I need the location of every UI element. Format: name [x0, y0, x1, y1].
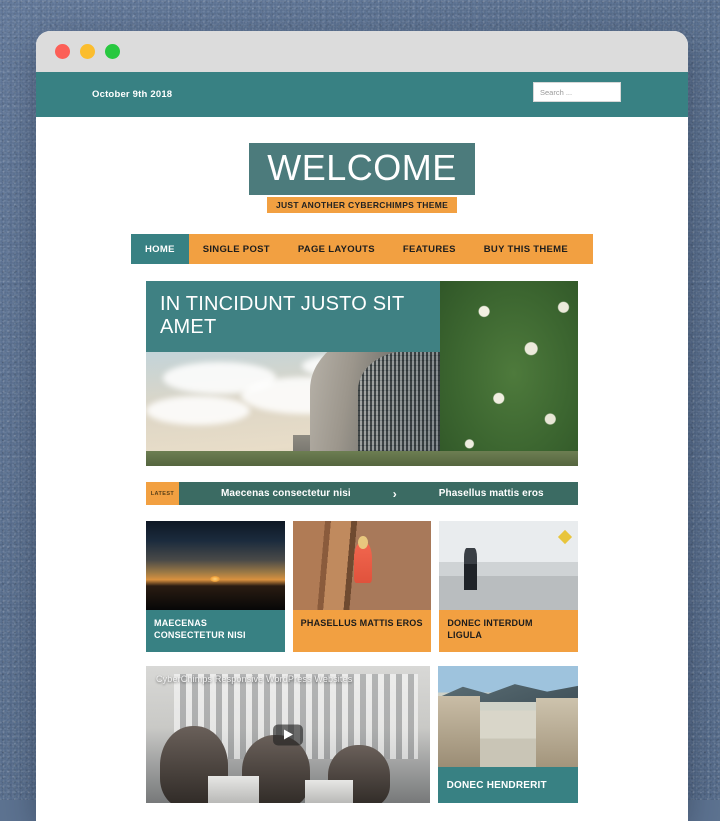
laptop-shape — [208, 775, 260, 803]
nav-item-home[interactable]: HOME — [131, 234, 189, 264]
site-branding: WELCOME JUST ANOTHER CYBERCHIMPS THEME — [36, 117, 688, 213]
nav-item-buy-this-theme[interactable]: BUY THIS THEME — [470, 234, 582, 264]
close-button[interactable] — [55, 44, 70, 59]
site-tagline: JUST ANOTHER CYBERCHIMPS THEME — [266, 197, 458, 213]
ticker-item-1[interactable]: Maecenas consectetur nisi — [221, 482, 351, 505]
feature-cards: MAECENAS CONSECTETUR NISI PHASELLUS MATT… — [146, 521, 579, 652]
village-card[interactable]: DONEC HENDRERIT — [437, 666, 578, 803]
ticker-latest-badge: LATEST — [146, 482, 179, 505]
news-ticker: LATEST Maecenas consectetur nisi › Phase… — [146, 482, 578, 505]
nav-item-single-post[interactable]: SINGLE POST — [189, 234, 284, 264]
maximize-button[interactable] — [105, 44, 120, 59]
browser-window: October 9th 2018 Search ... WELCOME JUST… — [36, 31, 688, 821]
video-title: CyberChimps Responsive WordPress Website… — [156, 674, 353, 684]
card-caption: PHASELLUS MATTIS EROS — [292, 610, 432, 652]
card-image-girl-fence — [292, 521, 432, 610]
nav-item-features[interactable]: FEATURES — [389, 234, 470, 264]
site-topbar: October 9th 2018 Search ... — [36, 72, 688, 117]
video-embed[interactable]: CyberChimps Responsive WordPress Website… — [146, 666, 430, 803]
main-navigation: HOME SINGLE POST PAGE LAYOUTS FEATURES B… — [131, 234, 593, 264]
card-caption: MAECENAS CONSECTETUR NISI — [146, 610, 285, 652]
search-input[interactable]: Search ... — [533, 82, 621, 102]
current-date: October 9th 2018 — [92, 89, 173, 100]
nav-item-page-layouts[interactable]: PAGE LAYOUTS — [284, 234, 389, 264]
village-caption: DONEC HENDRERIT — [437, 767, 578, 803]
chevron-right-icon[interactable]: › — [393, 482, 397, 505]
card-image-sunset — [146, 521, 285, 610]
bottom-row: CyberChimps Responsive WordPress Website… — [146, 666, 578, 803]
card-item[interactable]: DONEC INTERDUM LIGULA — [439, 521, 579, 652]
cloud-shape — [146, 395, 250, 426]
card-item[interactable]: MAECENAS CONSECTETUR NISI — [146, 521, 285, 652]
minimize-button[interactable] — [80, 44, 95, 59]
card-caption: DONEC INTERDUM LIGULA — [439, 610, 579, 652]
site-title: WELCOME — [249, 143, 475, 195]
village-image — [437, 666, 578, 767]
ticker-item-2[interactable]: Phasellus mattis eros — [439, 482, 544, 505]
village-building-right — [535, 698, 578, 767]
play-triangle — [284, 729, 294, 740]
hero-grass — [146, 451, 578, 466]
hero-slider[interactable]: IN TINCIDUNT JUSTO SIT AMET — [146, 281, 578, 466]
hero-title: IN TINCIDUNT JUSTO SIT AMET — [146, 281, 440, 353]
card-image-city-street — [439, 521, 579, 610]
window-titlebar — [36, 31, 688, 72]
chevron-up-icon[interactable] — [668, 524, 690, 546]
hero-tree — [439, 281, 578, 466]
website-content: October 9th 2018 Search ... WELCOME JUST… — [36, 72, 688, 821]
card-item[interactable]: PHASELLUS MATTIS EROS — [292, 521, 432, 652]
play-icon[interactable] — [272, 724, 303, 745]
